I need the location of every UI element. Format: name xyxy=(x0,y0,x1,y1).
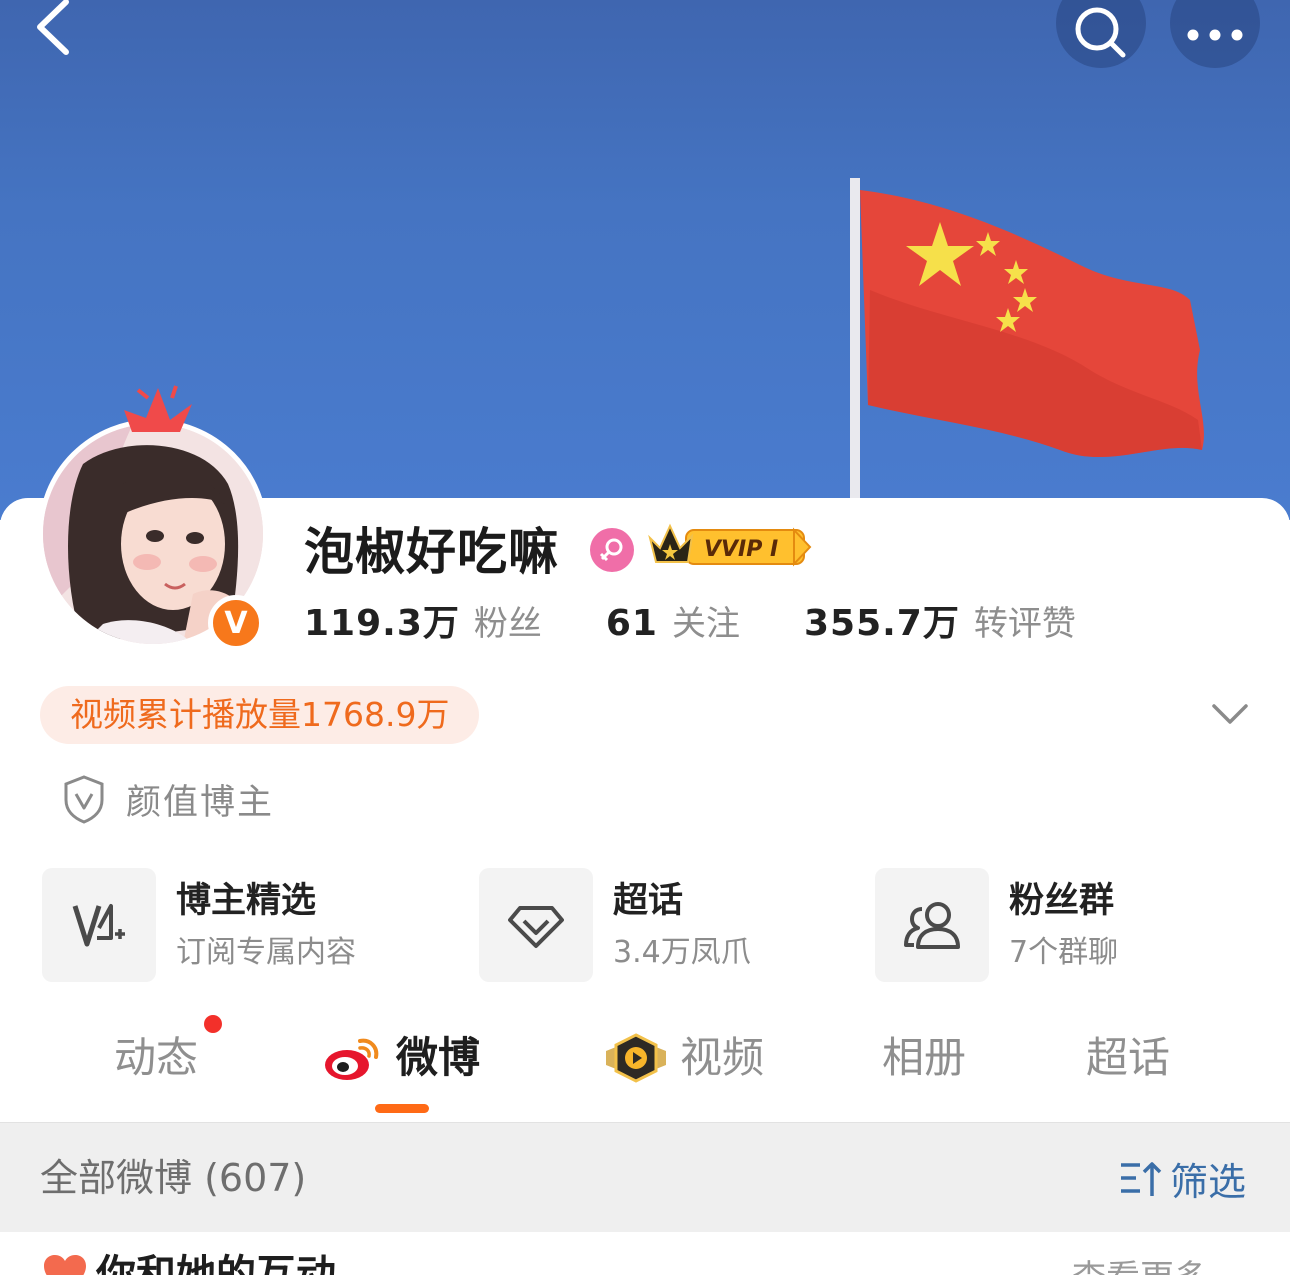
feature-title: 超话 xyxy=(613,881,684,921)
ellipsis-icon xyxy=(1187,29,1243,41)
devil-horn-decoration xyxy=(124,385,192,432)
back-button[interactable] xyxy=(28,0,88,60)
tab-label: 视频 xyxy=(680,1033,765,1082)
search-icon xyxy=(1075,7,1126,58)
filter-label: 筛选 xyxy=(1170,1159,1247,1204)
profile-tabs: 动态 微博 视频 相册 超话 xyxy=(0,1018,1290,1122)
stat-likes[interactable]: 355.7万 转评赞 xyxy=(804,594,1076,646)
v-plus-icon xyxy=(42,868,156,982)
heart-icon xyxy=(44,1255,86,1275)
verified-badge: V xyxy=(208,595,264,651)
video-badge-icon xyxy=(606,1033,666,1083)
interaction-title: 你和她的互动 xyxy=(96,1252,336,1275)
more-button[interactable] xyxy=(1170,0,1260,68)
female-icon xyxy=(590,528,634,572)
tab-album[interactable]: 相册 xyxy=(882,1030,966,1086)
feed-header: 全部微博 (607) 筛选 xyxy=(0,1122,1290,1232)
stat-following-label: 关注 xyxy=(671,604,740,644)
tab-label: 超话 xyxy=(1086,1033,1171,1082)
feature-title: 博主精选 xyxy=(176,881,317,921)
tab-weibo[interactable]: 微博 xyxy=(322,1030,480,1086)
tab-label: 微博 xyxy=(396,1033,481,1082)
interaction-section[interactable]: 你和她的互动 查看更多 xyxy=(0,1232,1290,1275)
feature-featured-content[interactable]: 博主精选 订阅专属内容 xyxy=(42,868,356,982)
video-play-count-pill[interactable]: 视频累计播放量1768.9万 xyxy=(40,686,480,744)
stat-likes-label: 转评赞 xyxy=(973,604,1076,644)
feature-super-topic[interactable]: 超话 3.4万凤爪 xyxy=(479,868,751,982)
weibo-logo-icon xyxy=(325,1038,379,1080)
notification-dot xyxy=(204,1015,222,1033)
flag-illustration xyxy=(850,178,1204,508)
feature-subtitle: 3.4万凤爪 xyxy=(613,935,751,970)
creator-tag[interactable]: 颜值博主 xyxy=(62,772,274,826)
stat-fans-label: 粉丝 xyxy=(473,604,542,644)
tab-label: 相册 xyxy=(882,1033,967,1082)
shield-icon xyxy=(64,775,104,824)
tab-super-topic[interactable]: 超话 xyxy=(1086,1030,1170,1086)
vvip-badge[interactable]: VVIP I xyxy=(648,522,812,572)
diamond-icon xyxy=(479,868,593,982)
tab-label: 动态 xyxy=(114,1033,199,1082)
stat-following-value: 61 xyxy=(605,603,658,644)
feature-title: 粉丝群 xyxy=(1009,881,1115,921)
filter-icon xyxy=(1121,1162,1162,1196)
user-name: 泡椒好吃嘛 xyxy=(304,523,559,581)
stat-likes-value: 355.7万 xyxy=(803,603,960,644)
chevron-down-icon[interactable] xyxy=(1210,700,1250,728)
active-tab-indicator xyxy=(375,1104,429,1113)
feature-subtitle: 订阅专属内容 xyxy=(176,935,356,970)
avatar[interactable]: V xyxy=(38,415,268,651)
creator-tag-label: 颜值博主 xyxy=(126,782,275,823)
group-icon xyxy=(875,868,989,982)
filter-button[interactable]: 筛选 xyxy=(1118,1151,1246,1205)
tab-activity[interactable]: 动态 xyxy=(114,1030,198,1086)
svg-text:VVIP I: VVIP I xyxy=(704,537,778,562)
feature-fan-groups[interactable]: 粉丝群 7个群聊 xyxy=(875,868,1118,982)
feature-subtitle: 7个群聊 xyxy=(1009,935,1119,970)
search-button[interactable] xyxy=(1056,0,1146,68)
stats-row: 119.3万 粉丝 61 关注 355.7万 转评赞 xyxy=(304,594,1076,650)
stat-following[interactable]: 61 关注 xyxy=(606,596,740,645)
all-posts-count: 全部微博 (607) xyxy=(40,1156,307,1200)
tab-video[interactable]: 视频 xyxy=(604,1030,764,1086)
chevron-left-icon xyxy=(37,0,69,55)
view-more-link[interactable]: 查看更多 xyxy=(1072,1256,1208,1275)
stat-fans-value: 119.3万 xyxy=(304,603,460,644)
stat-fans[interactable]: 119.3万 粉丝 xyxy=(304,594,542,646)
